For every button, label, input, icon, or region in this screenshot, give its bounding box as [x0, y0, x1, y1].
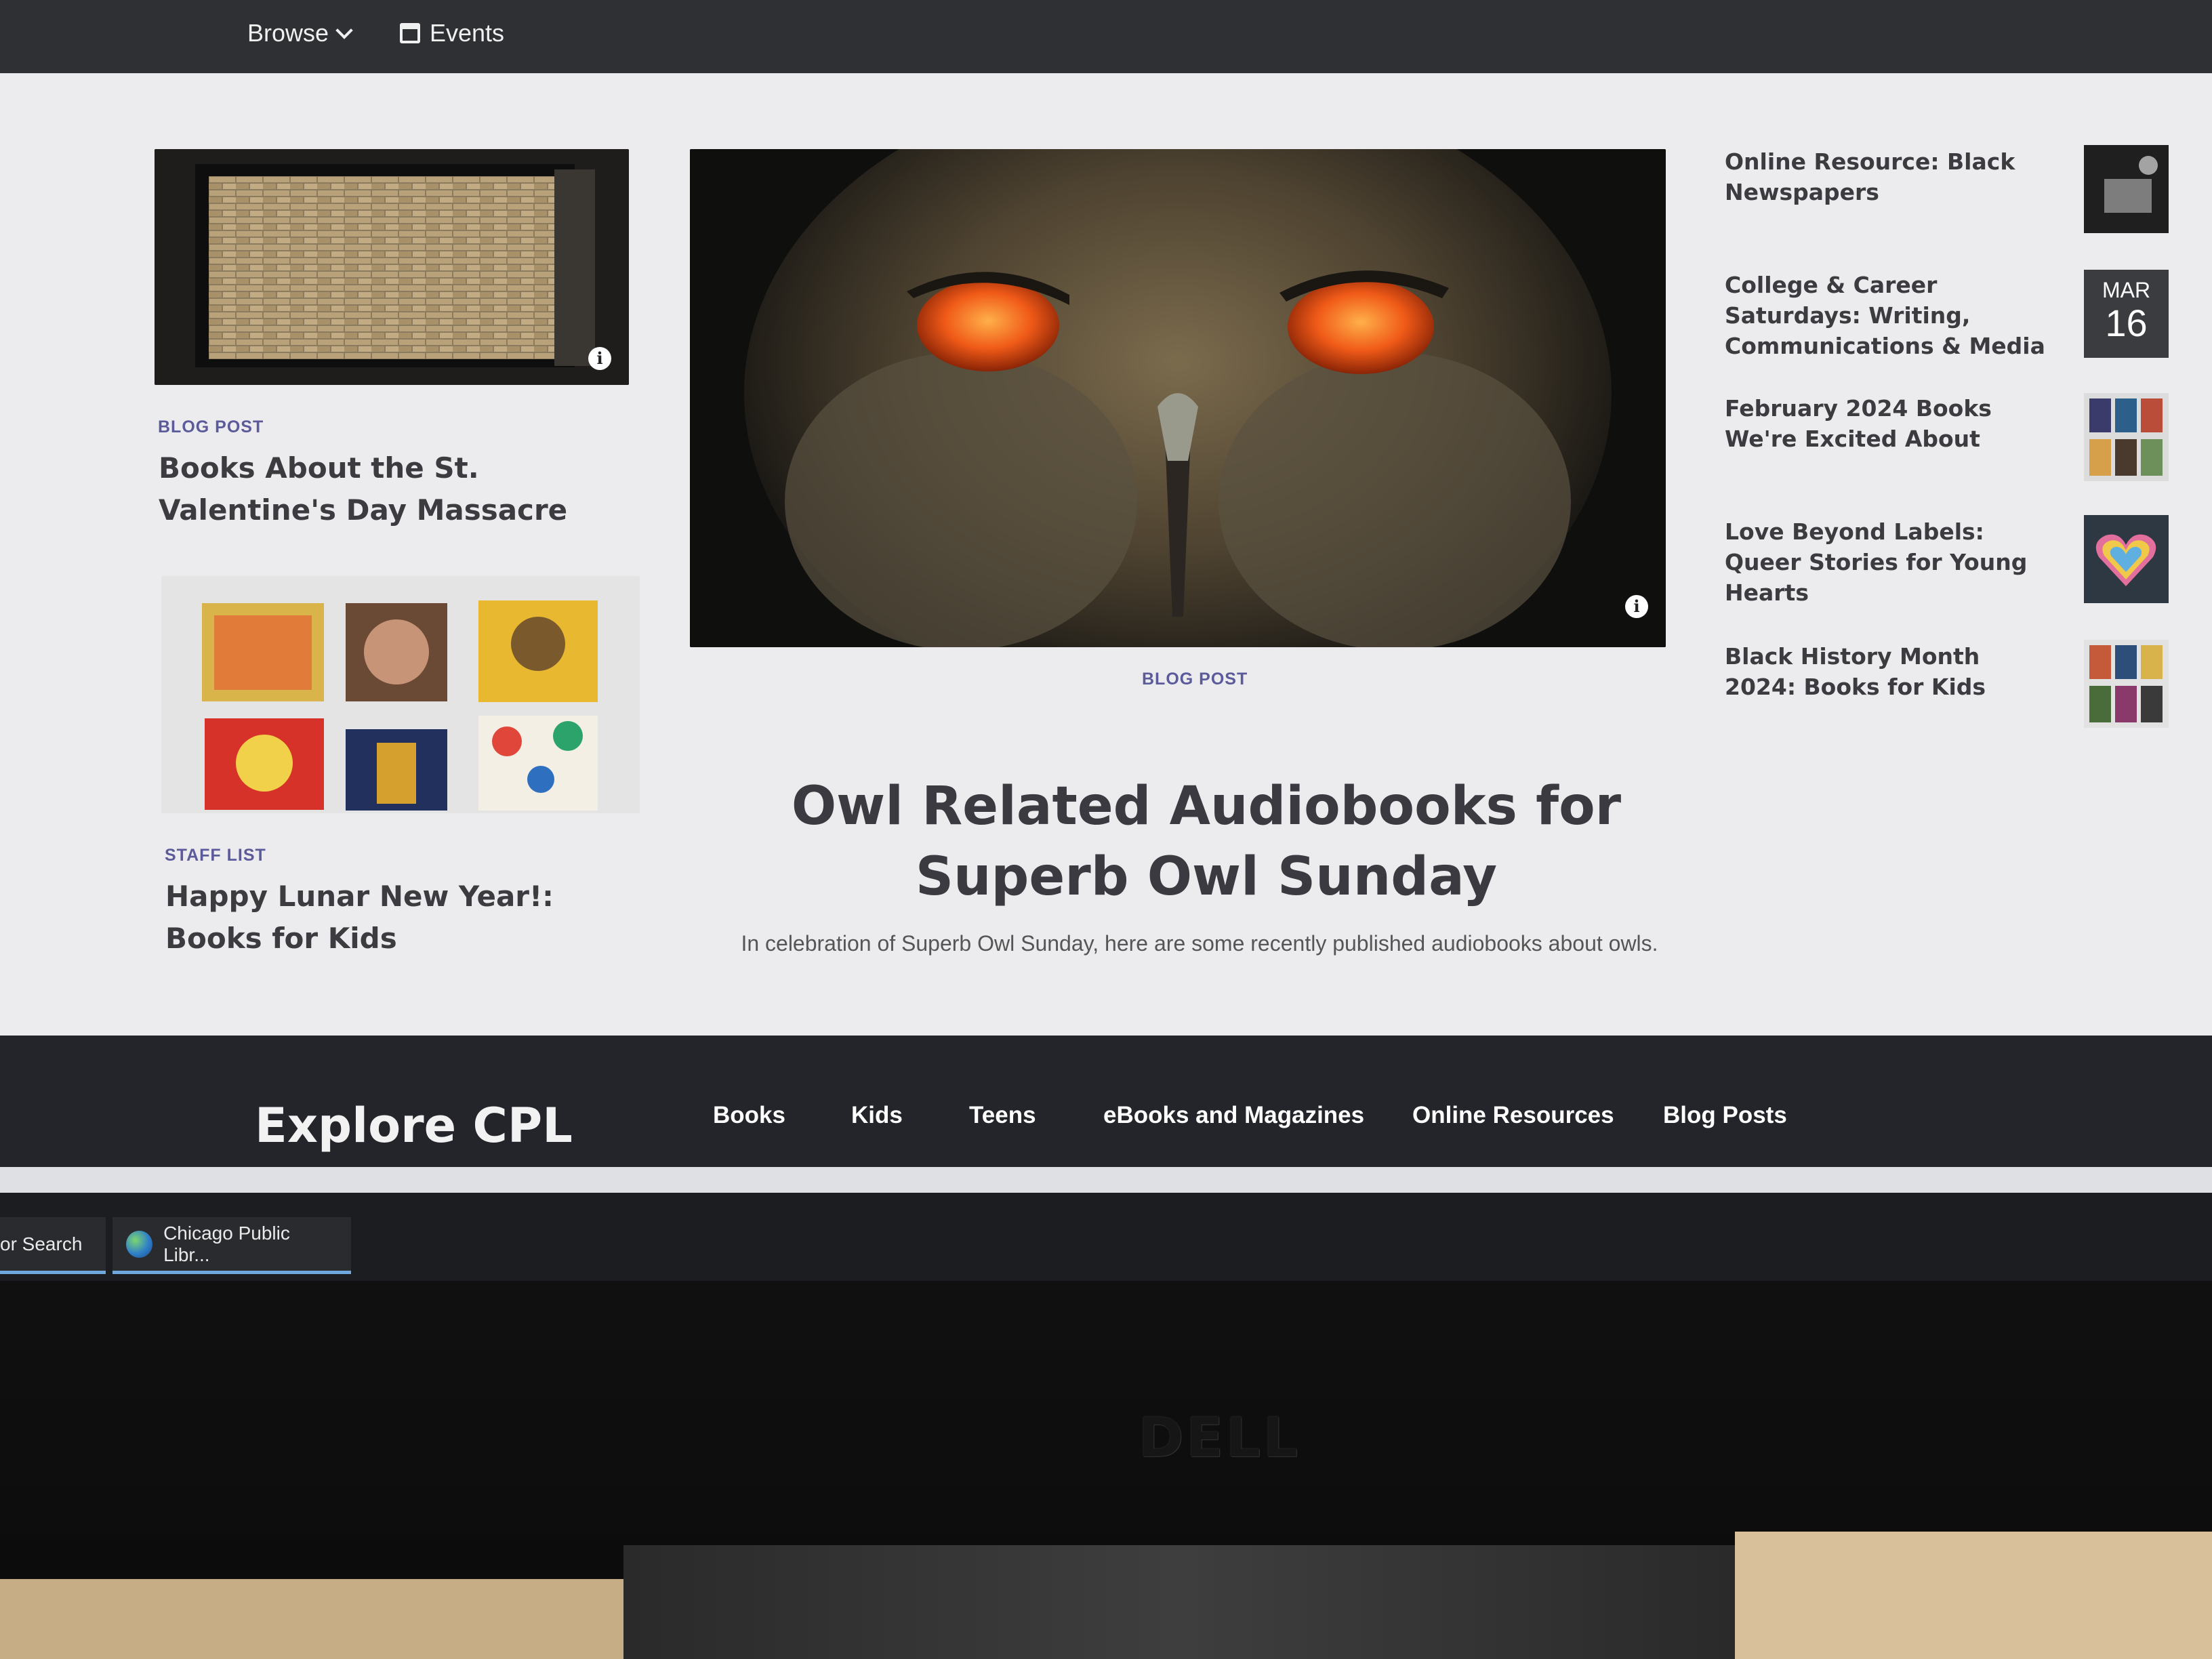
book-covers-collage [2089, 398, 2163, 476]
hero-image[interactable]: i [690, 149, 1666, 647]
browse-menu[interactable]: Browse [247, 19, 353, 47]
valentine-card-image[interactable]: i [155, 149, 629, 385]
sidebar-item-title[interactable]: Love Beyond Labels: Queer Stories for Yo… [1725, 516, 2050, 608]
lunar-card-image[interactable] [161, 576, 640, 813]
footer-link-online-resources[interactable]: Online Resources [1412, 1102, 1614, 1129]
valentine-card-title[interactable]: Books About the St. Valentine's Day Mass… [159, 447, 647, 531]
sidebar-item-title[interactable]: February 2024 Books We're Excited About [1725, 393, 2050, 454]
hero-summary: In celebration of Superb Owl Sunday, her… [741, 931, 1658, 956]
sidebar-item-title[interactable]: Online Resource: Black Newspapers [1725, 146, 2050, 207]
event-date-badge: MAR 16 [2084, 270, 2169, 358]
taskbar-search[interactable]: or Search [0, 1217, 106, 1274]
rainbow-heart-image [2084, 515, 2169, 603]
taskbar-browser-window[interactable]: Chicago Public Libr... [112, 1217, 351, 1274]
sidebar-thumbnail[interactable] [2084, 640, 2169, 728]
chevron-down-icon [335, 22, 353, 39]
brick-wall-photo [155, 149, 629, 385]
card-tag: BLOG POST [158, 417, 264, 436]
event-month: MAR [2102, 278, 2151, 302]
info-icon[interactable]: i [1625, 595, 1648, 618]
card-tag: STAFF LIST [165, 846, 266, 865]
info-icon[interactable]: i [588, 347, 611, 370]
featured-content: i BLOG POST Books About the St. Valentin… [0, 73, 2212, 1036]
browse-label: Browse [247, 19, 329, 47]
owl-photo [690, 149, 1666, 647]
newspaper-photo [2084, 145, 2169, 233]
monitor-brand-logo: DELL [1139, 1406, 1301, 1469]
footer-link-kids[interactable]: Kids [851, 1102, 903, 1129]
footer-link-blog-posts[interactable]: Blog Posts [1663, 1102, 1787, 1129]
calendar-icon [400, 23, 420, 43]
book-covers-collage [202, 600, 598, 811]
browser-globe-icon [126, 1230, 153, 1258]
footer-link-books[interactable]: Books [713, 1102, 785, 1129]
footer-title: Explore CPL [255, 1098, 573, 1153]
footer-link-ebooks[interactable]: eBooks and Magazines [1103, 1102, 1364, 1129]
events-link[interactable]: Events [400, 19, 504, 47]
taskbar-window-label: Chicago Public Libr... [163, 1222, 290, 1265]
sidebar-thumbnail[interactable] [2084, 515, 2169, 603]
events-label: Events [430, 19, 505, 47]
desk-surface [0, 1579, 623, 1659]
hero-title[interactable]: Owl Related Audiobooks for Superb Owl Su… [718, 771, 1694, 912]
sidebar-item-title[interactable]: Black History Month 2024: Books for Kids [1725, 641, 2050, 702]
sidebar-item-title[interactable]: College & Career Saturdays: Writing, Com… [1725, 270, 2050, 361]
footer-link-teens[interactable]: Teens [969, 1102, 1036, 1129]
event-day: 16 [2105, 302, 2148, 344]
browser-screen: Browse Events i BLOG POST Books About th… [0, 0, 2212, 1193]
lunar-card-title[interactable]: Happy Lunar New Year!: Books for Kids [165, 876, 640, 960]
desk-surface [1735, 1532, 2212, 1659]
top-navigation: Browse Events [0, 0, 2212, 73]
page-bottom-strip [0, 1167, 2212, 1193]
book-covers-collage [2089, 645, 2163, 722]
taskbar-search-label: or Search [0, 1233, 83, 1254]
monitor-stand [623, 1545, 1735, 1659]
sidebar-thumbnail[interactable] [2084, 145, 2169, 233]
hero-tag: BLOG POST [1142, 670, 1248, 689]
sidebar-thumbnail[interactable] [2084, 393, 2169, 481]
